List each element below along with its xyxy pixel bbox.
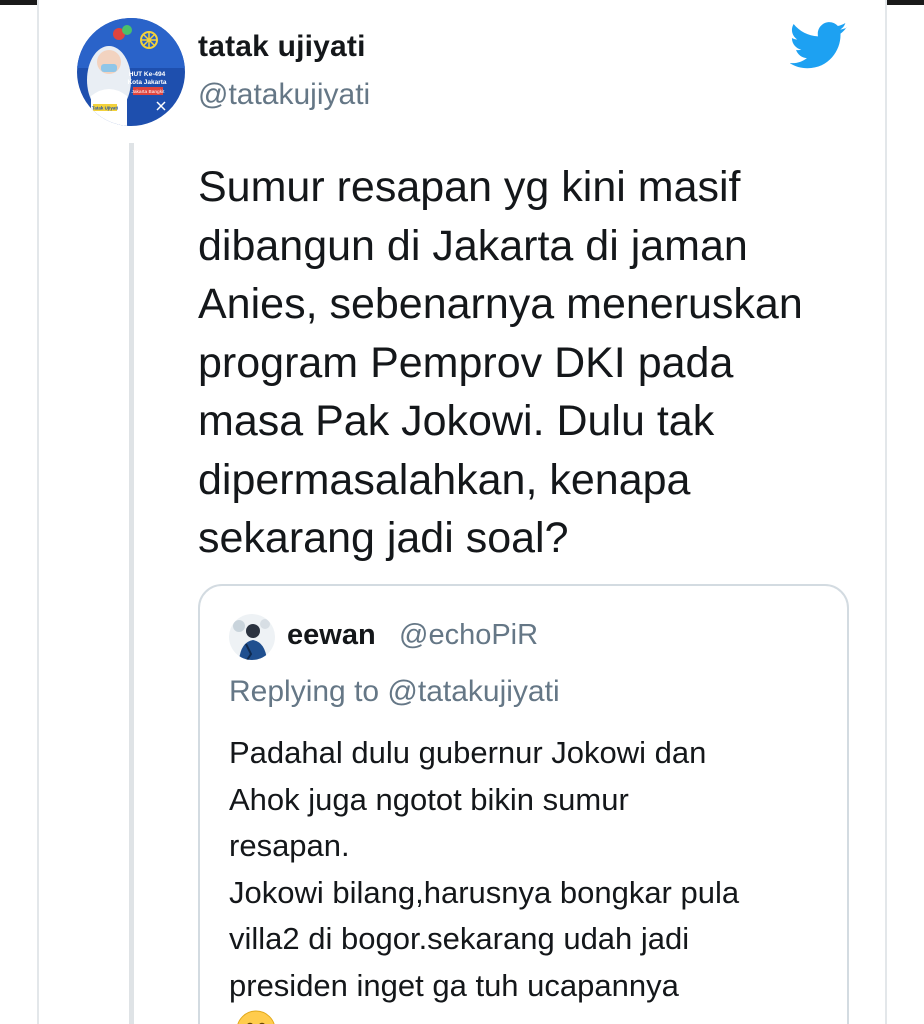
tweet-text-line: program Pemprov DKI pada xyxy=(198,338,734,387)
quoted-text-line: presiden inget ga tuh ucapannya xyxy=(229,967,679,1003)
grinning-face-with-smiling-eyes-icon xyxy=(235,1009,277,1024)
quoted-text-line: villa2 di bogor.sekarang udah jadi xyxy=(229,921,690,956)
twitter-bird-icon[interactable] xyxy=(789,20,848,72)
tweet-text-line: Anies, sebenarnya meneruskan xyxy=(198,280,803,328)
tweet-text-line: dibangun di Jakarta di jaman xyxy=(198,221,748,270)
tweet-text-line: dipermasalahkan, kenapa xyxy=(198,455,691,504)
avatar-caption-1: HUT Ke-494 xyxy=(129,71,166,78)
tweet-text: Sumur resapan yg kini masif dibangun di … xyxy=(198,158,878,568)
avatar-caption-3: Jakarta Bangkit xyxy=(131,89,165,95)
quoted-text-line: Ahok juga ngotot bikin sumur xyxy=(229,781,629,817)
quoted-author-display-name[interactable]: eewan xyxy=(287,619,376,652)
tweet-text-line: masa Pak Jokowi. Dulu tak xyxy=(198,397,715,445)
quoted-tweet-text: Padahal dulu gubernur Jokowi dan Ahok ju… xyxy=(229,730,839,1024)
quoted-author-avatar[interactable] xyxy=(229,614,275,660)
quoted-text-line: resapan. xyxy=(229,828,350,863)
author-handle[interactable]: @tatakujiyati xyxy=(198,78,370,112)
replying-to-label[interactable]: Replying to @tatakujiyati xyxy=(229,675,560,709)
tweet-text-line: Sumur resapan yg kini masif xyxy=(198,163,741,211)
thread-line xyxy=(129,143,134,1024)
avatar-caption-4: Tatak Ujiyati xyxy=(92,106,118,111)
tweet-text-line: sekarang jadi soal? xyxy=(198,514,569,562)
author-avatar[interactable]: HUT Ke-494 Kota Jakarta Jakarta Bangkit … xyxy=(77,18,185,126)
quoted-text-line: Padahal dulu gubernur Jokowi dan xyxy=(229,735,707,770)
author-display-name[interactable]: tatak ujiyati xyxy=(198,30,366,64)
quoted-text-line-with-emoji: presiden inget ga tuh ucapannya xyxy=(229,963,839,1024)
quoted-text-line: Jokowi bilang,harusnya bongkar pula xyxy=(229,874,740,910)
quoted-author-handle[interactable]: @echoPiR xyxy=(399,619,538,652)
avatar-caption-2: Kota Jakarta xyxy=(127,79,166,86)
tweet-screenshot: HUT Ke-494 Kota Jakarta Jakarta Bangkit … xyxy=(0,0,924,1024)
